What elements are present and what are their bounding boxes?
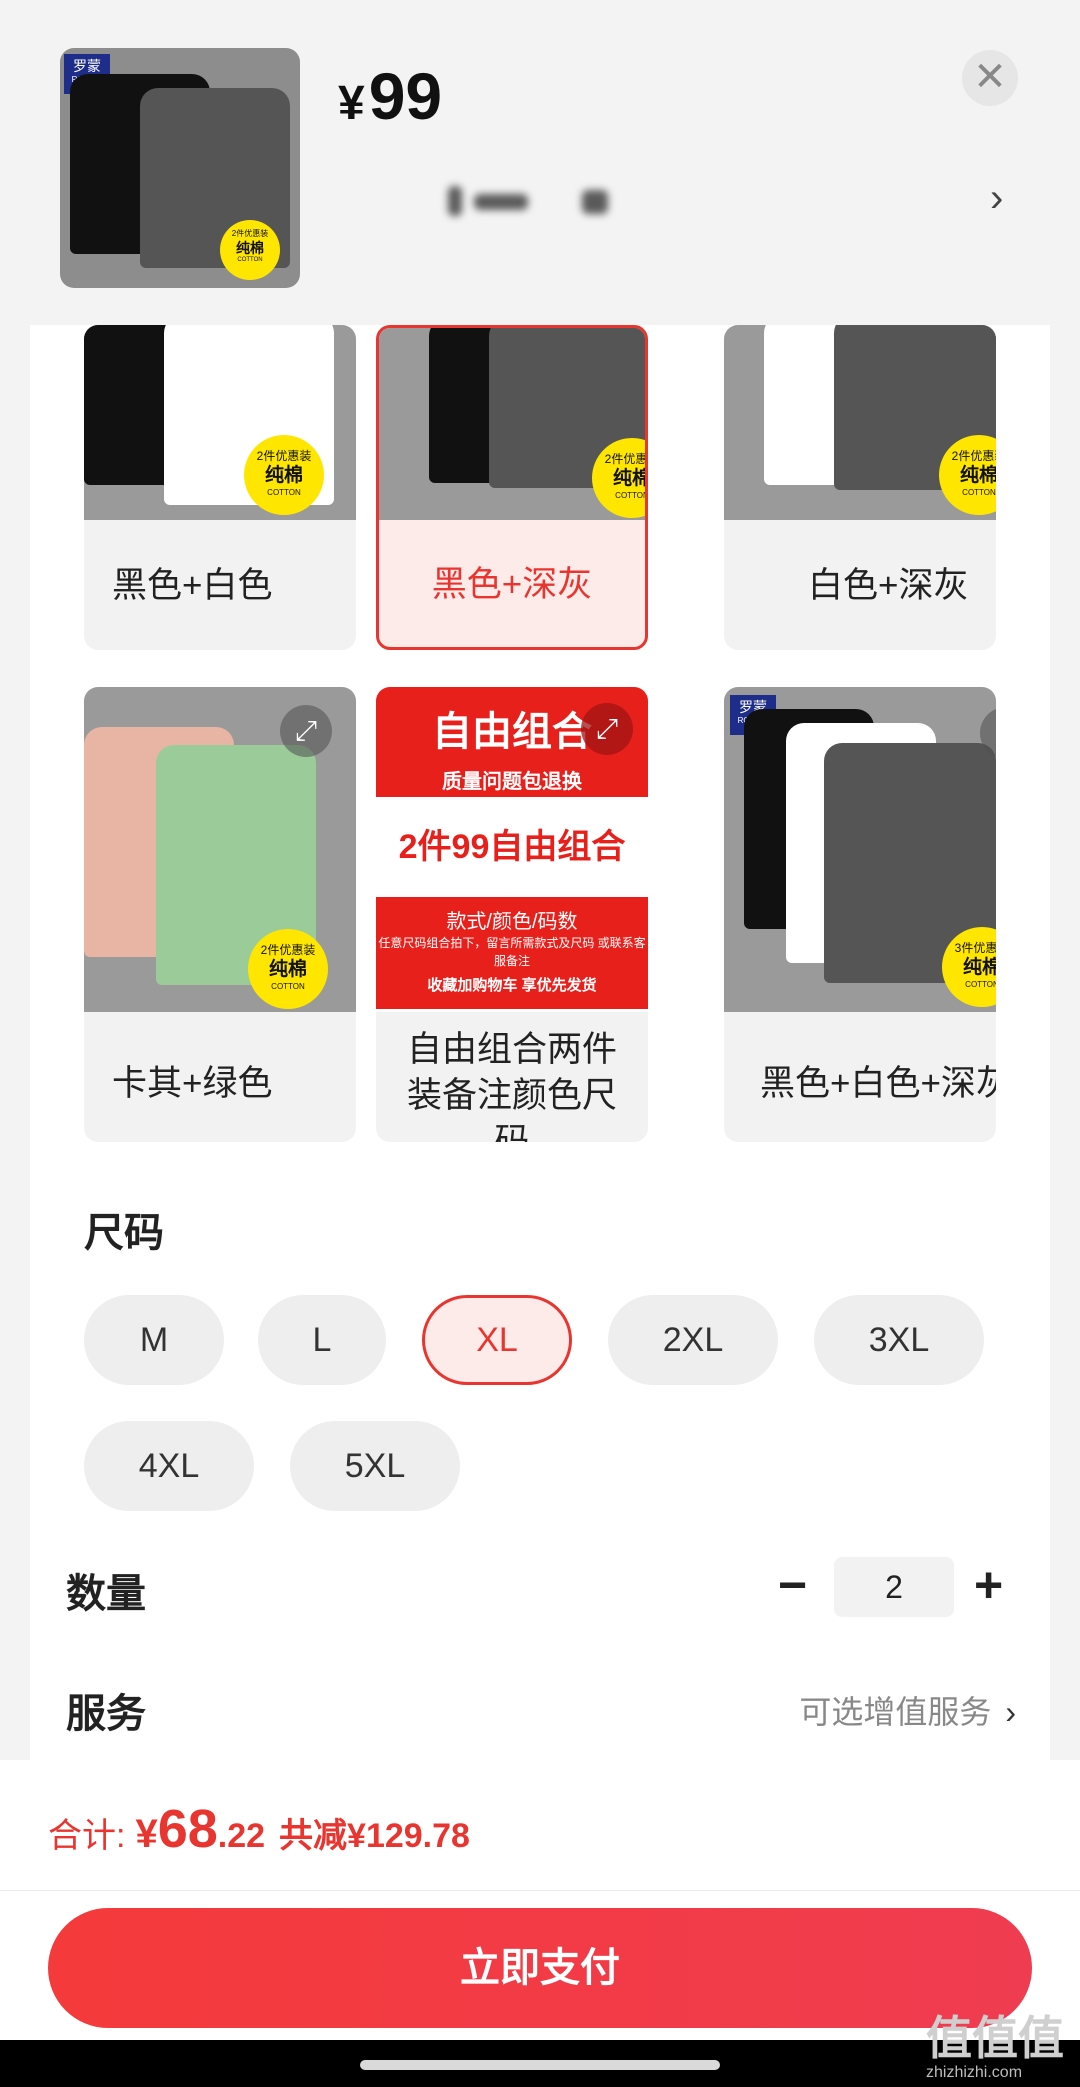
chevron-right-icon[interactable]: › xyxy=(990,176,1003,221)
quantity-value[interactable]: 2 xyxy=(834,1557,954,1617)
color-option-image: 2件优惠装 纯棉 COTTON xyxy=(379,328,645,520)
brand-logo-cn: 罗蒙 xyxy=(73,58,101,74)
color-option-label: 白色+深灰 xyxy=(808,566,969,605)
close-icon[interactable]: ✕ xyxy=(962,50,1018,106)
free-combo-promo-image: 自由组合 质量问题包退换 2件99自由组合 款式/颜色/码数 任意尺码组合拍下，… xyxy=(376,687,648,1012)
total-discount: 共减¥129.78 xyxy=(279,1817,470,1855)
color-option-card[interactable]: 2件优惠装 纯棉 COTTON 白色+深灰 xyxy=(724,325,996,650)
color-option-image: ⤢ 2件优惠装 纯棉 COTTON xyxy=(84,687,356,1012)
size-section-title: 尺码 xyxy=(84,1211,164,1255)
cotton-badge: 2件优惠装 纯棉 COTTON xyxy=(220,220,280,280)
chevron-right-icon: › xyxy=(1005,1694,1016,1730)
color-option-label: 自由组合两件装备注颜色尺码 xyxy=(406,1030,617,1142)
color-option-card[interactable]: ⤢ 2件优惠装 纯棉 COTTON 卡其+绿色 xyxy=(84,687,356,1142)
cotton-badge: 3件优惠装 纯棉 COTTON xyxy=(942,927,996,1007)
total-amount: 68 xyxy=(157,1799,218,1859)
size-option-l[interactable]: L xyxy=(258,1295,386,1385)
promo-headline: 2件99自由组合 xyxy=(376,797,648,897)
color-option-label: 黑色+深灰 xyxy=(431,565,593,604)
color-option-image: 罗蒙 ROMON ⤢ 3件优惠装 纯棉 COTTON xyxy=(724,687,996,1012)
service-section-title: 服务 xyxy=(66,1692,146,1736)
size-option-3xl[interactable]: 3XL xyxy=(814,1295,984,1385)
order-total: 合计: ¥68.22 共减¥129.78 xyxy=(48,1799,470,1859)
cotton-badge: 2件优惠装 纯棉 COTTON xyxy=(592,438,645,518)
home-indicator[interactable] xyxy=(360,2060,720,2070)
footer-divider xyxy=(0,1890,1080,1891)
cotton-badge: 2件优惠装 纯棉 COTTON xyxy=(939,435,996,515)
size-option-2xl[interactable]: 2XL xyxy=(608,1295,778,1385)
pay-now-button[interactable]: 立即支付 xyxy=(48,1908,1032,2028)
size-option-5xl[interactable]: 5XL xyxy=(290,1421,460,1511)
quantity-plus-button[interactable]: + xyxy=(974,1555,1003,1615)
service-selector[interactable]: 可选增值服务 › xyxy=(799,1687,1016,1733)
color-option-image: 2件优惠装 纯棉 COTTON xyxy=(724,325,996,520)
color-option-card-selected[interactable]: 2件优惠装 纯棉 COTTON 黑色+深灰 xyxy=(376,325,648,650)
color-option-card[interactable]: 罗蒙 ROMON ⤢ 3件优惠装 纯棉 COTTON 黑色+白色+深灰 xyxy=(724,687,996,1142)
product-price: ¥99 xyxy=(338,59,443,133)
color-option-label: 黑色+白色 xyxy=(112,566,273,605)
promo-subtitle: 质量问题包退换 xyxy=(442,771,582,793)
selected-spec-blurred xyxy=(440,182,670,222)
expand-icon[interactable]: ⤢ xyxy=(280,705,332,757)
color-option-image: 2件优惠装 纯棉 COTTON xyxy=(84,325,356,520)
expand-icon[interactable]: ⤢ xyxy=(581,703,633,755)
promo-line-3: 收藏加购物车 享优先发货 xyxy=(427,977,597,994)
product-thumbnail[interactable]: 罗蒙 ROMON 2件优惠装 纯棉 COTTON xyxy=(60,48,300,288)
product-header: 罗蒙 ROMON 2件优惠装 纯棉 COTTON ¥99 ✕ › xyxy=(0,0,1080,325)
site-watermark: 值值值 zhizhizhi.com xyxy=(926,2012,1064,2081)
size-option-xl[interactable]: XL xyxy=(422,1295,572,1385)
color-option-label: 卡其+绿色 xyxy=(112,1064,273,1103)
size-option-4xl[interactable]: 4XL xyxy=(84,1421,254,1511)
cotton-badge: 2件优惠装 纯棉 COTTON xyxy=(244,435,324,515)
total-label: 合计: xyxy=(48,1817,126,1855)
promo-line-2: 任意尺码组合拍下，留言所需款式及尺码 或联系客服备注 xyxy=(378,936,646,968)
spec-selection-sheet: 2件优惠装 纯棉 COTTON 黑色+白色 2件优惠装 纯棉 COTTON 黑色… xyxy=(30,325,1050,1760)
cotton-badge: 2件优惠装 纯棉 COTTON xyxy=(248,929,328,1009)
service-hint: 可选增值服务 xyxy=(799,1694,992,1730)
system-navigation-bar xyxy=(0,2040,1080,2087)
quantity-section-title: 数量 xyxy=(66,1572,146,1616)
color-option-card[interactable]: 2件优惠装 纯棉 COTTON 黑色+白色 xyxy=(84,325,356,650)
quantity-minus-button[interactable]: − xyxy=(778,1555,807,1615)
checkout-footer: 合计: ¥68.22 共减¥129.78 立即支付 xyxy=(0,1760,1080,2087)
color-option-card[interactable]: 自由组合 质量问题包退换 2件99自由组合 款式/颜色/码数 任意尺码组合拍下，… xyxy=(376,687,648,1142)
promo-line-1: 款式/颜色/码数 xyxy=(446,911,578,933)
color-option-label: 黑色+白色+深灰 xyxy=(760,1064,996,1103)
size-option-m[interactable]: M xyxy=(84,1295,224,1385)
